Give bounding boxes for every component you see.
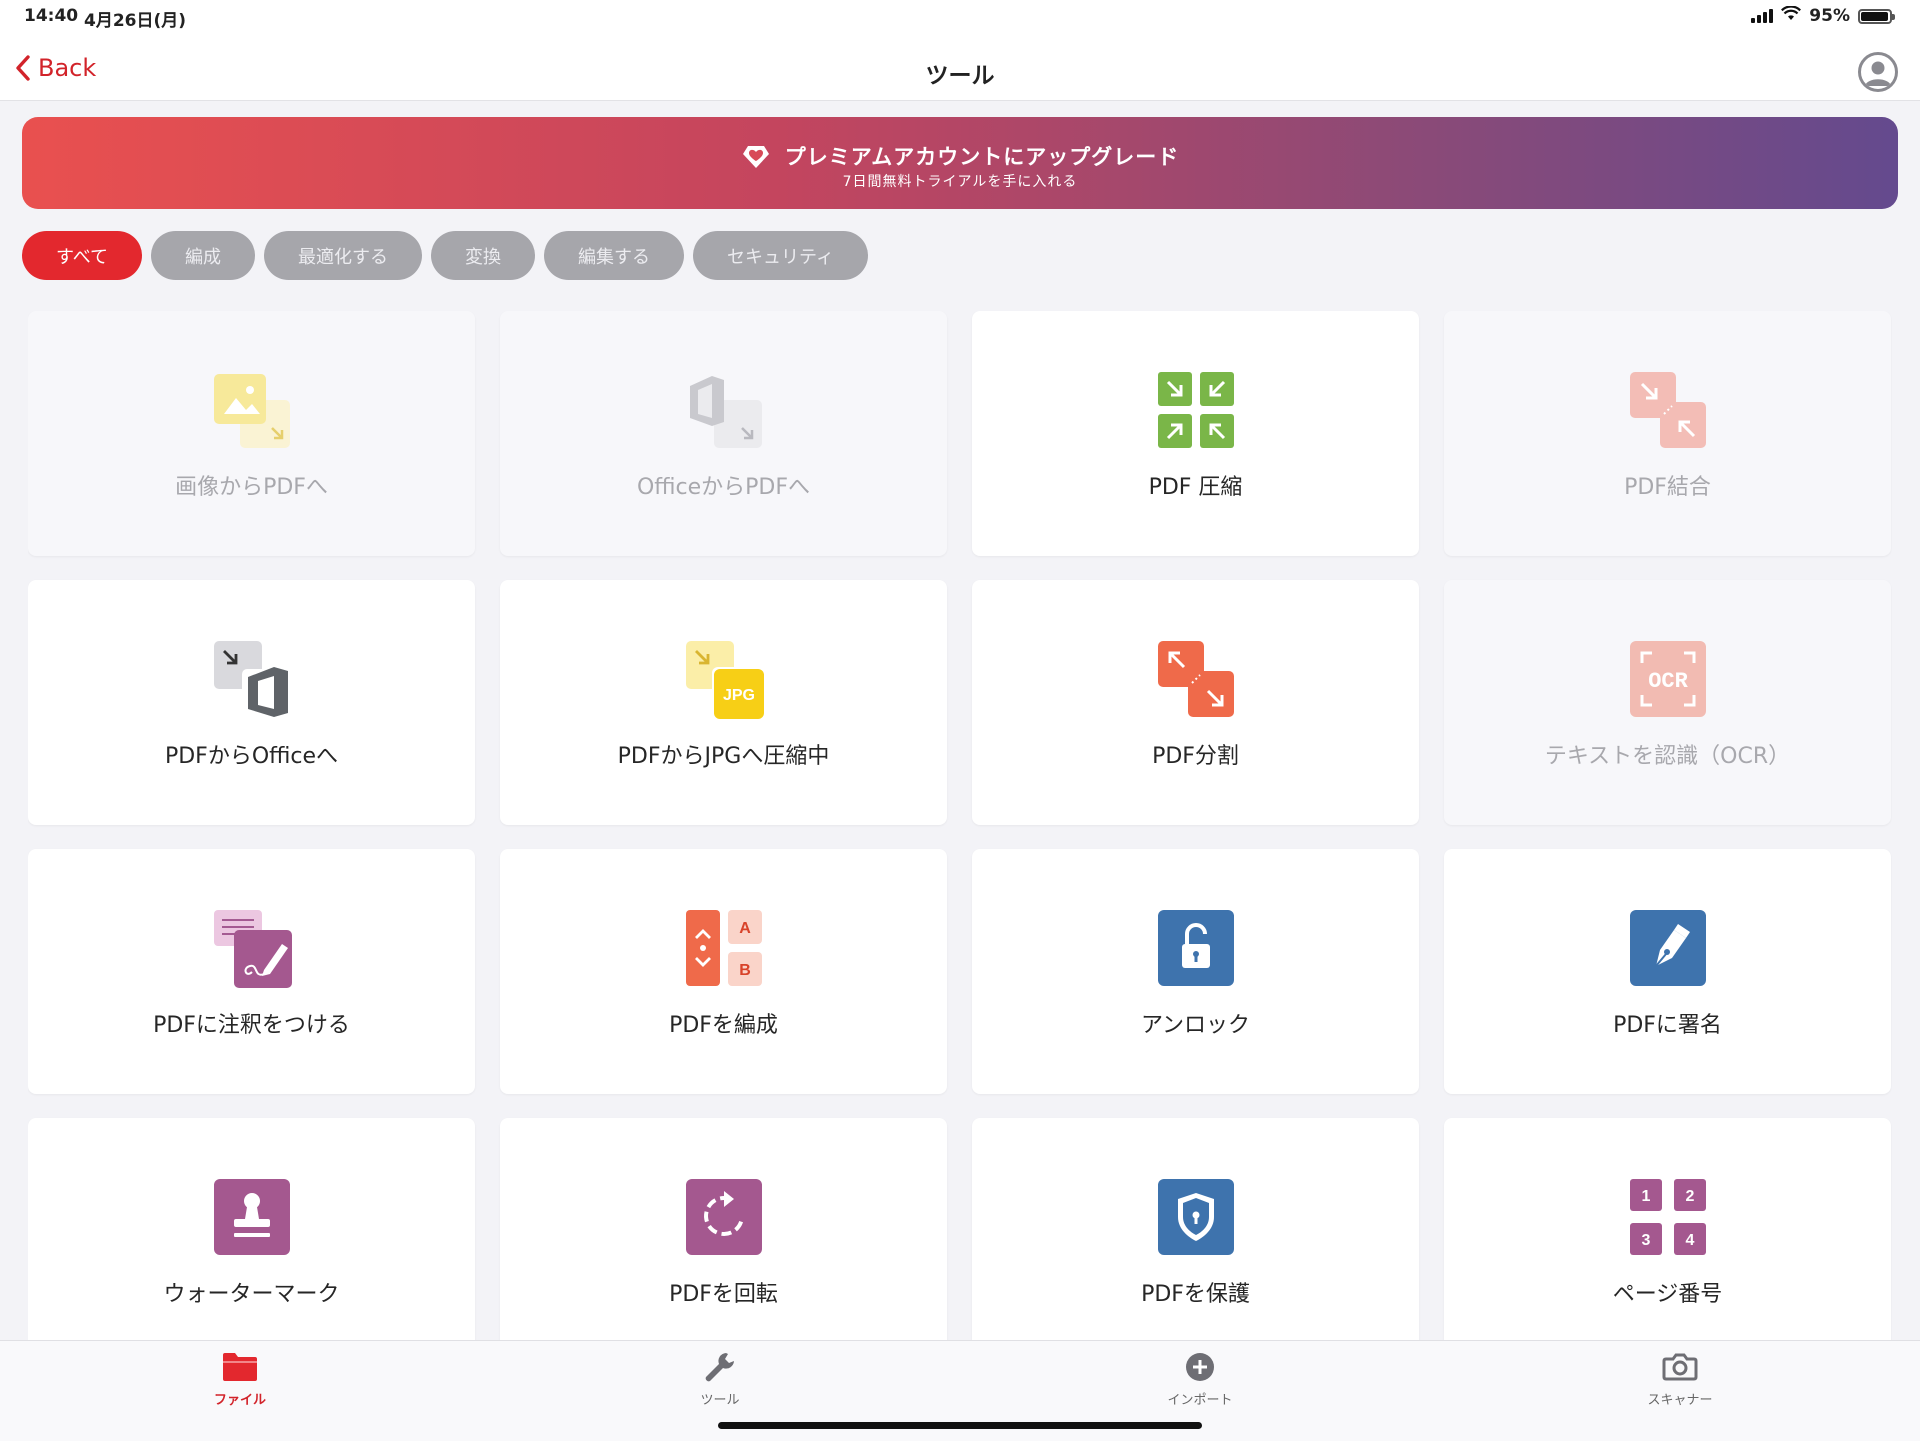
stamp-icon bbox=[212, 1177, 292, 1257]
filter-organize[interactable]: 編成 bbox=[151, 231, 256, 280]
page-title: ツール bbox=[925, 63, 995, 89]
page-number-1: 1 bbox=[1641, 1188, 1650, 1205]
tool-organize-pdf[interactable]: A B PDFを編成 bbox=[500, 849, 947, 1094]
filter-security[interactable]: セキュリティ bbox=[693, 231, 868, 280]
battery-level bbox=[1861, 11, 1888, 21]
tab-label: インポート bbox=[1167, 1393, 1233, 1408]
office-to-pdf-icon bbox=[684, 370, 764, 450]
home-indicator bbox=[718, 1422, 1202, 1429]
pdf-to-jpg-icon: JPG bbox=[684, 639, 764, 719]
diamond-heart-icon bbox=[742, 146, 769, 168]
status-date: 4月26日(月) bbox=[84, 11, 187, 31]
tool-label: PDFを編成 bbox=[669, 1013, 778, 1038]
tool-protect-pdf[interactable]: PDFを保護 bbox=[972, 1118, 1419, 1341]
tab-label: ファイル bbox=[213, 1393, 266, 1408]
tab-label: ツール bbox=[700, 1393, 740, 1408]
wrench-icon bbox=[705, 1353, 734, 1382]
tool-label: PDFからJPGへ圧縮中 bbox=[617, 744, 830, 769]
page-number-4: 4 bbox=[1685, 1232, 1694, 1249]
page-number-3: 3 bbox=[1641, 1232, 1650, 1249]
tab-import[interactable]: インポート bbox=[1140, 1349, 1260, 1408]
plus-circle-icon bbox=[1186, 1353, 1214, 1381]
banner-title: プレミアムアカウントにアップグレード bbox=[784, 145, 1180, 169]
tab-files[interactable]: ファイル bbox=[180, 1349, 300, 1408]
navigation-bar: Back ツール bbox=[0, 36, 1920, 101]
tool-pdf-to-jpg[interactable]: JPG PDFからJPGへ圧縮中 bbox=[500, 580, 947, 825]
status-indicators: 95% bbox=[1751, 5, 1895, 26]
rotate-icon bbox=[684, 1177, 764, 1257]
folder-icon bbox=[223, 1353, 257, 1381]
tool-label: PDF分割 bbox=[1152, 744, 1239, 769]
organize-icon: A B bbox=[684, 908, 764, 988]
tool-compress-pdf[interactable]: PDF 圧縮 bbox=[972, 311, 1419, 556]
tool-merge-pdf[interactable]: PDF結合 bbox=[1444, 311, 1891, 556]
cellular-signal-icon bbox=[1751, 9, 1774, 23]
status-bar: 14:40 4月26日(月) 95% bbox=[0, 0, 1920, 36]
annotate-icon bbox=[212, 908, 292, 988]
banner-subtitle: 7日間無料トライアルを手に入れる bbox=[842, 174, 1078, 190]
tab-label: スキャナー bbox=[1647, 1393, 1713, 1408]
organize-page-a: A bbox=[739, 920, 751, 937]
filter-optimize[interactable]: 最適化する bbox=[264, 231, 423, 280]
tool-pdf-to-office[interactable]: PDFからOfficeへ bbox=[28, 580, 475, 825]
tool-ocr[interactable]: OCR テキストを認識（OCR） bbox=[1444, 580, 1891, 825]
tool-label: PDFからOfficeへ bbox=[164, 744, 339, 769]
tool-sign-pdf[interactable]: PDFに署名 bbox=[1444, 849, 1891, 1094]
filter-all[interactable]: すべて bbox=[22, 231, 143, 280]
compress-icon bbox=[1156, 370, 1236, 450]
shield-lock-icon bbox=[1156, 1177, 1236, 1257]
user-circle-icon[interactable] bbox=[1858, 52, 1898, 92]
tool-rotate-pdf[interactable]: PDFを回転 bbox=[500, 1118, 947, 1341]
organize-page-b: B bbox=[739, 962, 751, 979]
tool-label: PDFを保護 bbox=[1141, 1282, 1250, 1307]
jpg-badge-text: JPG bbox=[722, 687, 754, 704]
status-time: 14:40 bbox=[24, 6, 79, 26]
tool-label: PDF結合 bbox=[1624, 475, 1711, 500]
tool-image-to-pdf[interactable]: 画像からPDFへ bbox=[28, 311, 475, 556]
filter-edit[interactable]: 編集する bbox=[544, 231, 685, 280]
wifi-icon bbox=[1781, 5, 1802, 26]
tab-tools[interactable]: ツール bbox=[660, 1349, 780, 1408]
category-filter: すべて 編成 最適化する 変換 編集する セキュリティ bbox=[22, 231, 868, 280]
split-icon bbox=[1156, 639, 1236, 719]
tool-label: アンロック bbox=[1140, 1013, 1251, 1038]
tool-label: PDFに注釈をつける bbox=[153, 1013, 350, 1038]
camera-icon bbox=[1662, 1353, 1698, 1381]
tool-watermark[interactable]: ウォーターマーク bbox=[28, 1118, 475, 1341]
premium-upgrade-banner[interactable]: プレミアムアカウントにアップグレード 7日間無料トライアルを手に入れる bbox=[22, 117, 1898, 209]
tool-label: ウォーターマーク bbox=[163, 1282, 340, 1307]
tool-label: 画像からPDFへ bbox=[175, 475, 328, 500]
ocr-icon: OCR bbox=[1628, 639, 1708, 719]
unlock-icon bbox=[1156, 908, 1236, 988]
battery-percent: 95% bbox=[1809, 6, 1850, 26]
tool-unlock-pdf[interactable]: アンロック bbox=[972, 849, 1419, 1094]
image-to-pdf-icon bbox=[212, 370, 292, 450]
tool-label: PDFを回転 bbox=[669, 1282, 778, 1307]
tools-grid: 画像からPDFへ OfficeからPDFへ PDF 圧縮 PDF結合 PDFから… bbox=[28, 311, 1892, 1341]
battery-icon bbox=[1858, 8, 1895, 24]
tool-label: ページ番号 bbox=[1612, 1282, 1723, 1307]
page-number-icon: 1 2 3 4 bbox=[1628, 1177, 1708, 1257]
pdf-to-office-icon bbox=[212, 639, 292, 719]
tool-label: PDFに署名 bbox=[1613, 1013, 1722, 1038]
sign-pen-icon bbox=[1628, 908, 1708, 988]
tab-scanner[interactable]: スキャナー bbox=[1620, 1349, 1740, 1408]
tool-annotate-pdf[interactable]: PDFに注釈をつける bbox=[28, 849, 475, 1094]
filter-convert[interactable]: 変換 bbox=[431, 231, 536, 280]
tool-label: OfficeからPDFへ bbox=[636, 475, 811, 500]
ocr-badge-text: OCR bbox=[1648, 669, 1688, 694]
page-number-2: 2 bbox=[1685, 1188, 1694, 1205]
tool-label: テキストを認識（OCR） bbox=[1544, 744, 1791, 769]
tool-page-numbers[interactable]: 1 2 3 4 ページ番号 bbox=[1444, 1118, 1891, 1341]
tool-label: PDF 圧縮 bbox=[1148, 475, 1243, 500]
tool-office-to-pdf[interactable]: OfficeからPDFへ bbox=[500, 311, 947, 556]
tool-split-pdf[interactable]: PDF分割 bbox=[972, 580, 1419, 825]
merge-icon bbox=[1628, 370, 1708, 450]
